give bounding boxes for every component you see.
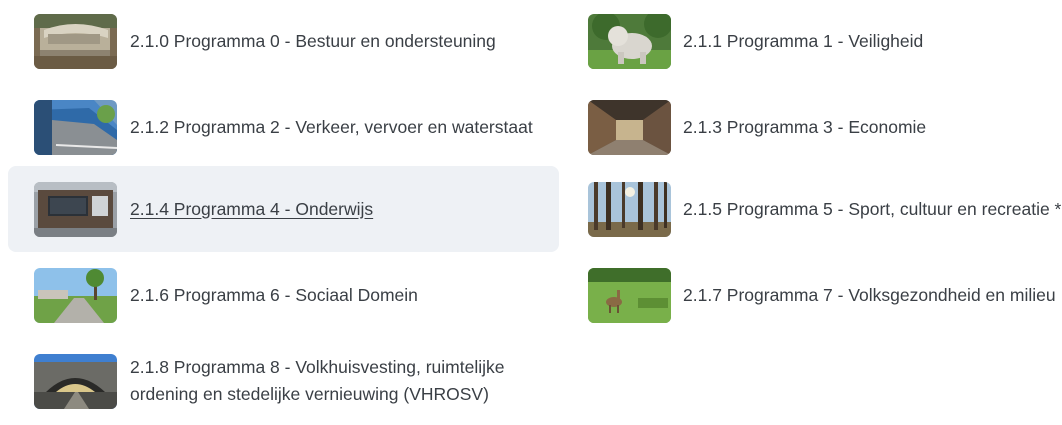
bench-photo (34, 13, 117, 69)
program-item-2[interactable]: 2.1.2 Programma 2 - Verkeer, vervoer en … (8, 90, 559, 164)
tunnel-road-photo (34, 99, 117, 155)
program-label: 2.1.0 Programma 0 - Bestuur en ondersteu… (130, 30, 496, 51)
program-item-4[interactable]: 2.1.4 Programma 4 - Onderwijs (8, 166, 559, 252)
program-label: 2.1.2 Programma 2 - Verkeer, vervoer en … (130, 116, 533, 137)
deer-meadow-photo (588, 267, 671, 323)
program-label: 2.1.1 Programma 1 - Veiligheid (683, 30, 924, 51)
program-item-1[interactable]: 2.1.1 Programma 1 - Veiligheid (578, 4, 1062, 78)
program-item-6[interactable]: 2.1.6 Programma 6 - Sociaal Domein (8, 262, 559, 328)
program-label: 2.1.6 Programma 6 - Sociaal Domein (130, 284, 418, 305)
program-label: 2.1.3 Programma 3 - Economie (683, 116, 927, 137)
park-path-photo (34, 267, 117, 323)
shopping-arcade-photo (588, 99, 671, 155)
program-item-7[interactable]: 2.1.7 Programma 7 - Volksgezondheid en m… (578, 262, 1062, 328)
program-label: 2.1.5 Programma 5 - Sport, cultuur en re… (683, 198, 1062, 219)
program-item-8[interactable]: 2.1.8 Programma 8 - Volkhuisvesting, rui… (8, 338, 559, 424)
forest-photo (588, 181, 671, 237)
program-label: 2.1.8 Programma 8 - Volkhuisvesting, rui… (130, 357, 505, 404)
program-label: 2.1.4 Programma 4 - Onderwijs (130, 198, 374, 219)
program-item-0[interactable]: 2.1.0 Programma 0 - Bestuur en ondersteu… (8, 4, 559, 78)
program-label: 2.1.7 Programma 7 - Volksgezondheid en m… (683, 284, 1056, 305)
bulldog-statue-photo (588, 13, 671, 69)
program-item-5[interactable]: 2.1.5 Programma 5 - Sport, cultuur en re… (578, 176, 1062, 242)
program-item-3[interactable]: 2.1.3 Programma 3 - Economie (578, 90, 1062, 164)
school-building-photo (34, 181, 117, 237)
underpass-photo (34, 353, 117, 409)
